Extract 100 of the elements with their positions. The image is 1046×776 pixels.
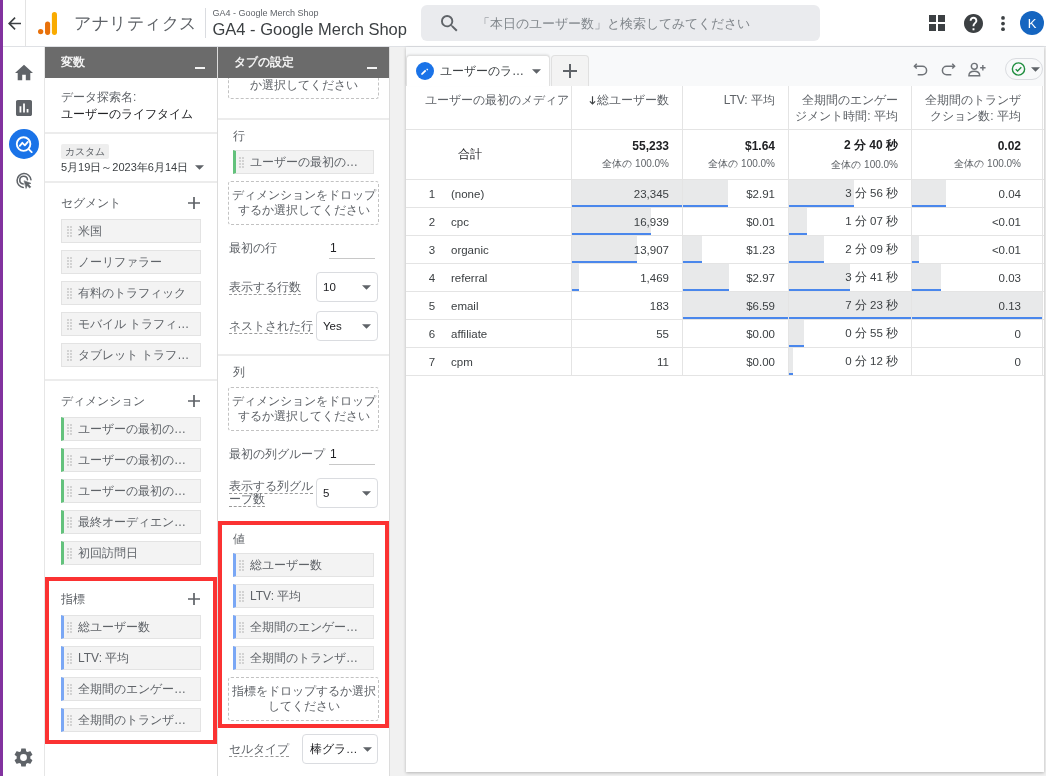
- search-bar[interactable]: 「本日のユーザー数」と検索してみてください: [420, 5, 820, 41]
- exploration-tab[interactable]: ユーザーのラ…: [406, 55, 550, 86]
- variable-chip[interactable]: ユーザーの最初の…: [61, 417, 201, 441]
- redo-icon: [941, 62, 956, 76]
- drag-handle-icon: [67, 516, 72, 528]
- add-button[interactable]: [187, 196, 201, 210]
- total-share: 全体の 100.0%: [602, 156, 669, 171]
- drag-handle-icon: [67, 621, 72, 633]
- row-number: 7: [427, 355, 437, 368]
- column-header[interactable]: 総ユーザー数: [597, 92, 669, 108]
- apps-grid-icon: [929, 15, 945, 31]
- plus-icon: [188, 197, 200, 209]
- variable-chip[interactable]: ノーリファラー: [61, 250, 201, 274]
- variable-chip[interactable]: 総ユーザー数: [233, 553, 374, 577]
- variable-chip[interactable]: ユーザーの最初の…: [61, 479, 201, 503]
- variable-chip[interactable]: 有料のトラフィック: [61, 281, 201, 305]
- caret-icon: [362, 323, 371, 329]
- caret-icon: [532, 68, 541, 74]
- drop-zone[interactable]: か選択してください: [228, 78, 379, 99]
- variable-chip[interactable]: ユーザーの最初の…: [61, 448, 201, 472]
- select-field[interactable]: 5: [316, 478, 378, 508]
- total-value: $1.64: [744, 138, 775, 153]
- cell-value: 2 分 09 秒: [845, 242, 898, 257]
- section-title: セグメント: [61, 195, 121, 211]
- cell-value: 0.04: [998, 187, 1021, 200]
- input-field[interactable]: 1: [329, 443, 375, 465]
- add-button[interactable]: [187, 394, 201, 408]
- variable-chip[interactable]: 最終オーディエン…: [61, 510, 201, 534]
- select-field[interactable]: Yes: [316, 311, 378, 341]
- column-header[interactable]: LTV: 平均: [723, 92, 775, 108]
- row-label: cpm: [451, 355, 473, 368]
- field-label: セルタイプ: [229, 742, 291, 756]
- variable-chip[interactable]: 米国: [61, 219, 201, 243]
- variable-chip[interactable]: LTV: 平均: [233, 584, 374, 608]
- plus-icon: [188, 593, 200, 605]
- row-number: 4: [427, 271, 437, 284]
- drag-handle-icon: [67, 652, 72, 664]
- caret-icon: [362, 490, 371, 496]
- date-range-select[interactable]: 5月19日～2023年6月14日: [61, 159, 205, 176]
- drop-zone[interactable]: ディメンションをドロップするか選択してください: [228, 181, 379, 225]
- drag-handle-icon: [239, 652, 244, 664]
- variable-chip[interactable]: ユーザーの最初の…: [233, 150, 374, 174]
- row-label: affiliate: [451, 327, 488, 340]
- column-header[interactable]: 全期間のエンゲージメント時間: 平均: [792, 92, 898, 124]
- undo-icon: [913, 62, 928, 76]
- variable-chip[interactable]: LTV: 平均: [61, 646, 201, 670]
- person-add-icon: [967, 60, 986, 78]
- variable-chip[interactable]: モバイル トラフィ…: [61, 312, 201, 336]
- settings-icon: [14, 747, 33, 767]
- cell-value: 16,939: [633, 215, 669, 228]
- panel-title: タブの設定: [234, 54, 295, 71]
- select-field[interactable]: 10: [316, 272, 378, 302]
- cell-value: <0.01: [991, 243, 1021, 256]
- total-value: 2 分 40 秒: [843, 137, 898, 154]
- variable-chip[interactable]: 総ユーザー数: [61, 615, 201, 639]
- pencil-icon: [416, 62, 434, 80]
- cell-value: 55: [656, 327, 669, 340]
- section-title: 指標: [61, 591, 85, 607]
- account-name: GA4 - Google Merch Shop: [212, 7, 319, 19]
- row-number: 2: [427, 215, 437, 228]
- nav-item[interactable]: [8, 129, 39, 159]
- add-tab-button[interactable]: [551, 55, 589, 86]
- row-number: 6: [427, 327, 437, 340]
- variable-chip[interactable]: 全期間のエンゲー…: [233, 615, 374, 639]
- exploration-name[interactable]: ユーザーのライフタイム: [61, 106, 193, 123]
- drop-zone[interactable]: 指標をドロップするか選択してください: [228, 677, 379, 721]
- cell-value: 13,907: [633, 243, 669, 256]
- explore-chart-icon: [14, 135, 33, 153]
- variable-chip[interactable]: 初回訪問日: [61, 541, 201, 565]
- add-button[interactable]: [187, 592, 201, 606]
- drag-handle-icon: [67, 683, 72, 695]
- cell-value: $6.59: [746, 299, 775, 312]
- drag-handle-icon: [239, 156, 244, 168]
- plus-icon: [188, 395, 200, 407]
- variable-chip[interactable]: タブレット トラフ…: [61, 343, 201, 367]
- cell-value: $0.00: [746, 355, 775, 368]
- caret-icon: [1030, 66, 1040, 72]
- cell-value: $2.97: [746, 271, 775, 284]
- column-header[interactable]: ユーザーの最初のメディア: [425, 92, 569, 108]
- variable-chip[interactable]: 全期間のトランザ…: [61, 708, 201, 732]
- cell-value: 183: [649, 299, 669, 312]
- property-name[interactable]: GA4 - Google Merch Shop: [212, 18, 407, 39]
- back-arrow-icon: [7, 16, 21, 30]
- section-title: ディメンション: [61, 393, 145, 409]
- avatar[interactable]: K: [1020, 11, 1044, 35]
- total-share: 全体の 100.0%: [954, 156, 1021, 171]
- caret-icon: [362, 284, 371, 290]
- select-field[interactable]: 棒グラ…: [302, 734, 378, 764]
- variable-chip[interactable]: 全期間のトランザ…: [233, 646, 374, 670]
- drag-handle-icon: [67, 349, 72, 361]
- target-cursor-icon: [14, 171, 33, 189]
- column-header[interactable]: 全期間のトランザクション数: 平均: [915, 92, 1021, 124]
- cell-value: 1 分 07 秒: [845, 214, 898, 229]
- search-field[interactable]: 「本日のユーザー数」と検索してみてください: [476, 8, 820, 38]
- variable-chip[interactable]: 全期間のエンゲー…: [61, 677, 201, 701]
- drop-zone[interactable]: ディメンションをドロップするか選択してください: [228, 387, 379, 431]
- cell-value: 0.13: [998, 299, 1021, 312]
- section-title: 行: [233, 128, 245, 144]
- input-field[interactable]: 1: [329, 237, 375, 259]
- drag-handle-icon: [67, 485, 72, 497]
